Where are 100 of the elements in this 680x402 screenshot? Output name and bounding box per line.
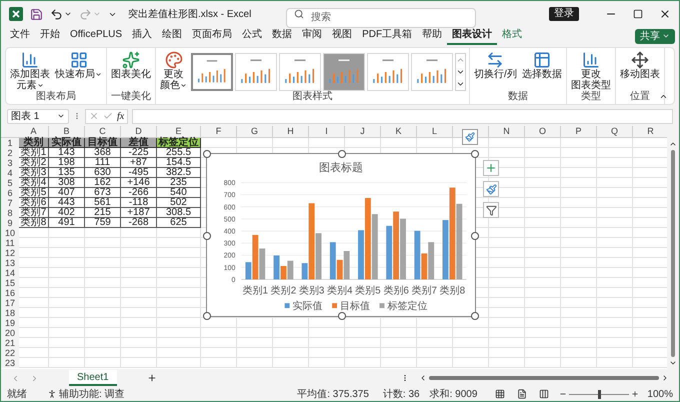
column-header[interactable]: E — [157, 126, 201, 137]
menu-tab[interactable]: OfficePLUS — [65, 27, 128, 45]
ribbon-button[interactable]: 更改 颜色 — [159, 51, 188, 91]
menu-tab[interactable]: 审阅 — [297, 27, 328, 45]
column-header[interactable]: D — [121, 126, 157, 137]
column-header[interactable]: K — [381, 126, 417, 137]
menu-tab[interactable]: PDF工具箱 — [357, 27, 418, 45]
save-icon[interactable] — [30, 8, 43, 20]
column-header[interactable]: Q — [597, 126, 633, 137]
resize-handle[interactable] — [471, 312, 479, 320]
chart-style-button[interactable] — [462, 129, 478, 145]
ribbon-button[interactable]: 选择数据 — [520, 51, 563, 80]
scroll-right-icon[interactable] — [661, 374, 669, 382]
resize-handle[interactable] — [338, 312, 346, 320]
menu-tab[interactable]: 绘图 — [157, 27, 188, 45]
resize-handle[interactable] — [471, 232, 479, 240]
menu-tab[interactable]: 页面布局 — [187, 27, 238, 45]
row-number[interactable]: 8 — [1, 208, 19, 218]
menu-tab[interactable]: 图表设计 — [447, 27, 498, 45]
login-button[interactable]: 登录 — [549, 7, 579, 21]
scroll-up-icon[interactable] — [669, 140, 677, 148]
sheet-tab[interactable]: Sheet1 — [69, 370, 117, 386]
menu-tab[interactable]: 视图 — [327, 27, 358, 45]
collapse-ribbon-icon[interactable] — [659, 92, 668, 101]
row-number[interactable]: 18 — [1, 308, 19, 318]
resize-handle[interactable] — [338, 150, 346, 158]
ribbon-button[interactable]: 切换行/列 — [473, 51, 518, 80]
column-header[interactable]: P — [561, 126, 597, 137]
column-header[interactable]: J — [345, 126, 381, 137]
row-number[interactable]: 3 — [1, 158, 19, 168]
page-layout-icon[interactable] — [517, 389, 528, 399]
row-number[interactable]: 16 — [1, 288, 19, 298]
zoom-slider-thumb[interactable] — [598, 390, 601, 398]
ribbon-button[interactable]: 移动图表 — [618, 51, 661, 80]
ribbon-button[interactable]: 添加图表 元素 — [9, 51, 51, 91]
chart-styles-button[interactable] — [483, 181, 499, 197]
menu-tab[interactable]: 插入 — [127, 27, 158, 45]
column-header[interactable]: N — [489, 126, 525, 137]
menu-tab[interactable]: 公式 — [237, 27, 268, 45]
resize-handle[interactable] — [203, 232, 211, 240]
row-number[interactable]: 13 — [1, 258, 19, 268]
search-field[interactable]: 搜索 — [286, 8, 476, 28]
name-box[interactable]: 图表 1 — [7, 108, 69, 124]
page-break-icon[interactable] — [539, 389, 550, 399]
zoom-in-icon[interactable] — [631, 390, 640, 398]
column-header[interactable]: C — [85, 126, 121, 137]
row-number[interactable]: 7 — [1, 198, 19, 208]
add-sheet-icon[interactable] — [146, 373, 157, 383]
row-number[interactable]: 11 — [1, 238, 19, 248]
menu-tab[interactable]: 文件 — [5, 27, 35, 45]
row-number[interactable]: 10 — [1, 228, 19, 238]
row-number[interactable]: 6 — [1, 188, 19, 198]
column-header[interactable]: G — [237, 126, 273, 137]
horizontal-scrollbar[interactable] — [429, 376, 659, 380]
undo-icon[interactable] — [50, 8, 63, 20]
menu-tab[interactable]: 数据 — [267, 27, 298, 45]
column-header[interactable]: A — [19, 126, 49, 137]
accessibility-icon[interactable] — [47, 389, 57, 399]
normal-view-icon[interactable] — [495, 389, 506, 399]
chart-elements-button[interactable] — [483, 160, 499, 176]
menu-tab[interactable]: 帮助 — [417, 27, 448, 45]
ribbon-button[interactable]: 更改 图表类型 — [570, 51, 612, 91]
maximize-icon[interactable] — [633, 9, 643, 19]
insert-function-button[interactable]: fx — [117, 108, 124, 124]
column-header[interactable]: L — [417, 126, 453, 137]
row-number[interactable]: 15 — [1, 278, 19, 288]
column-header[interactable]: B — [49, 126, 85, 137]
column-header[interactable]: O — [525, 126, 561, 137]
resize-handle[interactable] — [203, 150, 211, 158]
chart-style-thumbnail[interactable] — [191, 53, 233, 91]
resize-handle[interactable] — [471, 150, 479, 158]
row-number[interactable]: 12 — [1, 248, 19, 258]
menu-tab[interactable]: 格式 — [497, 27, 528, 45]
column-header[interactable]: I — [309, 126, 345, 137]
ribbon-button[interactable]: 快速布局 — [54, 51, 103, 80]
formula-input-field[interactable] — [132, 108, 673, 124]
row-number[interactable]: 5 — [1, 178, 19, 188]
resize-handle[interactable] — [203, 312, 211, 320]
row-number[interactable]: 22 — [1, 348, 19, 358]
row-number[interactable]: 14 — [1, 268, 19, 278]
menu-tab[interactable]: 开始 — [35, 27, 65, 45]
share-button[interactable]: 共享 — [635, 28, 675, 44]
chart-filters-button[interactable] — [483, 202, 499, 218]
row-number[interactable]: 9 — [1, 218, 19, 228]
scroll-down-icon[interactable] — [669, 359, 677, 367]
row-number[interactable]: 4 — [1, 168, 19, 178]
row-number[interactable]: 23 — [1, 358, 19, 368]
ribbon-button[interactable]: 图表美化 — [110, 51, 152, 80]
row-number[interactable]: 21 — [1, 338, 19, 348]
caret-icon[interactable] — [64, 10, 72, 18]
row-number[interactable]: 19 — [1, 318, 19, 328]
close-icon[interactable] — [659, 8, 671, 20]
row-number[interactable]: 20 — [1, 328, 19, 338]
row-number[interactable]: 1 — [1, 138, 19, 148]
row-number[interactable]: 17 — [1, 298, 19, 308]
row-number[interactable]: 2 — [1, 148, 19, 158]
accessibility-status[interactable]: 辅助功能: 调查 — [59, 386, 125, 401]
column-header[interactable]: H — [273, 126, 309, 137]
scroll-left-icon[interactable] — [419, 374, 427, 382]
column-header[interactable]: F — [201, 126, 237, 137]
